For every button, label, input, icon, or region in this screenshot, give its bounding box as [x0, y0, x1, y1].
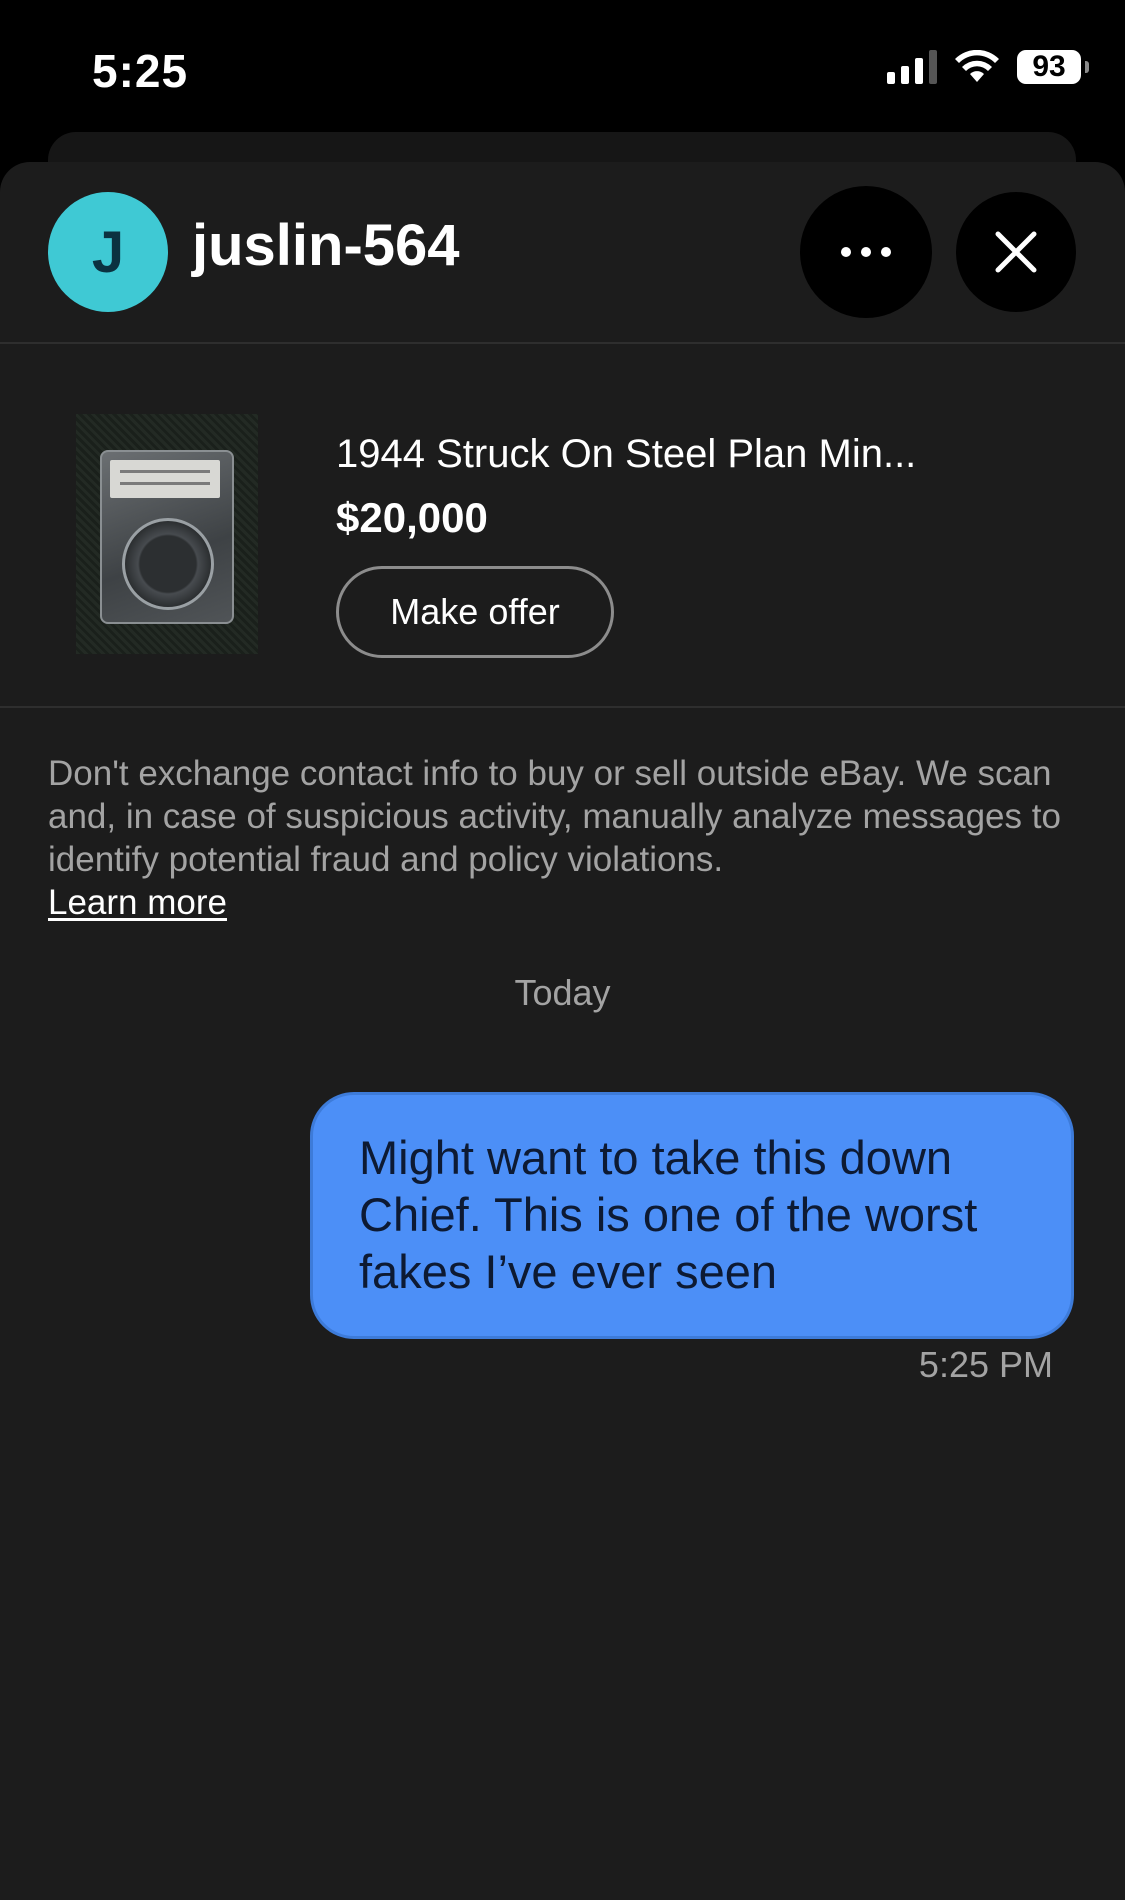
- coin-image: [122, 518, 214, 610]
- more-options-button[interactable]: [800, 186, 932, 318]
- listing-thumbnail[interactable]: [76, 414, 258, 654]
- status-icons: 93: [887, 50, 1089, 84]
- status-time: 5:25: [92, 45, 189, 97]
- cellular-signal-icon: [887, 50, 937, 84]
- username[interactable]: juslin-564: [192, 212, 460, 279]
- disclaimer-text: Don't exchange contact info to buy or se…: [48, 754, 1061, 879]
- learn-more-link[interactable]: Learn more: [48, 883, 227, 922]
- listing-card[interactable]: 1944 Struck On Steel Plan Min... $20,000…: [0, 344, 1125, 708]
- slab-label: [110, 460, 220, 498]
- close-icon: [995, 231, 1037, 273]
- sent-message-bubble[interactable]: Might want to take this down Chief. This…: [310, 1092, 1074, 1339]
- date-separator: Today: [514, 972, 611, 1013]
- battery-level: 93: [1032, 50, 1066, 83]
- message-sheet: J juslin-564 1944 Struck On Steel Plan M…: [0, 162, 1125, 1900]
- listing-title[interactable]: 1944 Struck On Steel Plan Min...: [336, 432, 916, 477]
- message-timestamp: 5:25 PM: [918, 1344, 1053, 1385]
- listing-price: $20,000: [336, 494, 488, 541]
- more-horizontal-icon: [841, 247, 891, 257]
- safety-disclaimer: Don't exchange contact info to buy or se…: [48, 752, 1088, 924]
- make-offer-button[interactable]: Make offer: [336, 566, 614, 658]
- battery-icon: 93: [1017, 50, 1089, 84]
- wifi-icon: [955, 50, 999, 82]
- status-bar: 5:25 93: [0, 0, 1125, 130]
- coin-slab-image: [100, 450, 234, 624]
- conversation-header: J juslin-564: [0, 162, 1125, 344]
- close-button[interactable]: [956, 192, 1076, 312]
- avatar[interactable]: J: [48, 192, 168, 312]
